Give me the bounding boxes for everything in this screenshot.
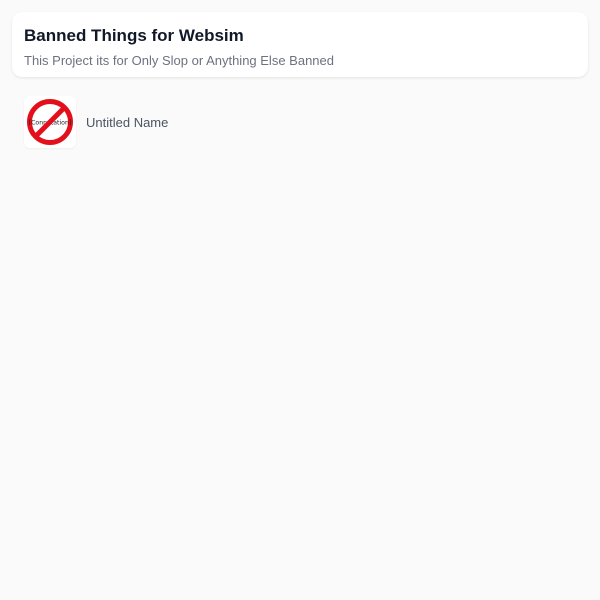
page-subtitle: This Project its for Only Slop or Anythi… xyxy=(24,53,334,68)
header-card: Banned Things for Websim This Project it… xyxy=(12,12,588,77)
page: Banned Things for Websim This Project it… xyxy=(0,0,600,600)
item-name: Untitled Name xyxy=(86,114,169,130)
prohibition-sign-icon: [Connotation] xyxy=(27,99,73,145)
page-title: Banned Things for Websim xyxy=(24,26,244,45)
item-thumbnail[interactable]: [Connotation] xyxy=(24,96,76,148)
list-item[interactable]: [Connotation] Untitled Name xyxy=(12,94,588,150)
item-list: [Connotation] Untitled Name xyxy=(12,94,588,150)
